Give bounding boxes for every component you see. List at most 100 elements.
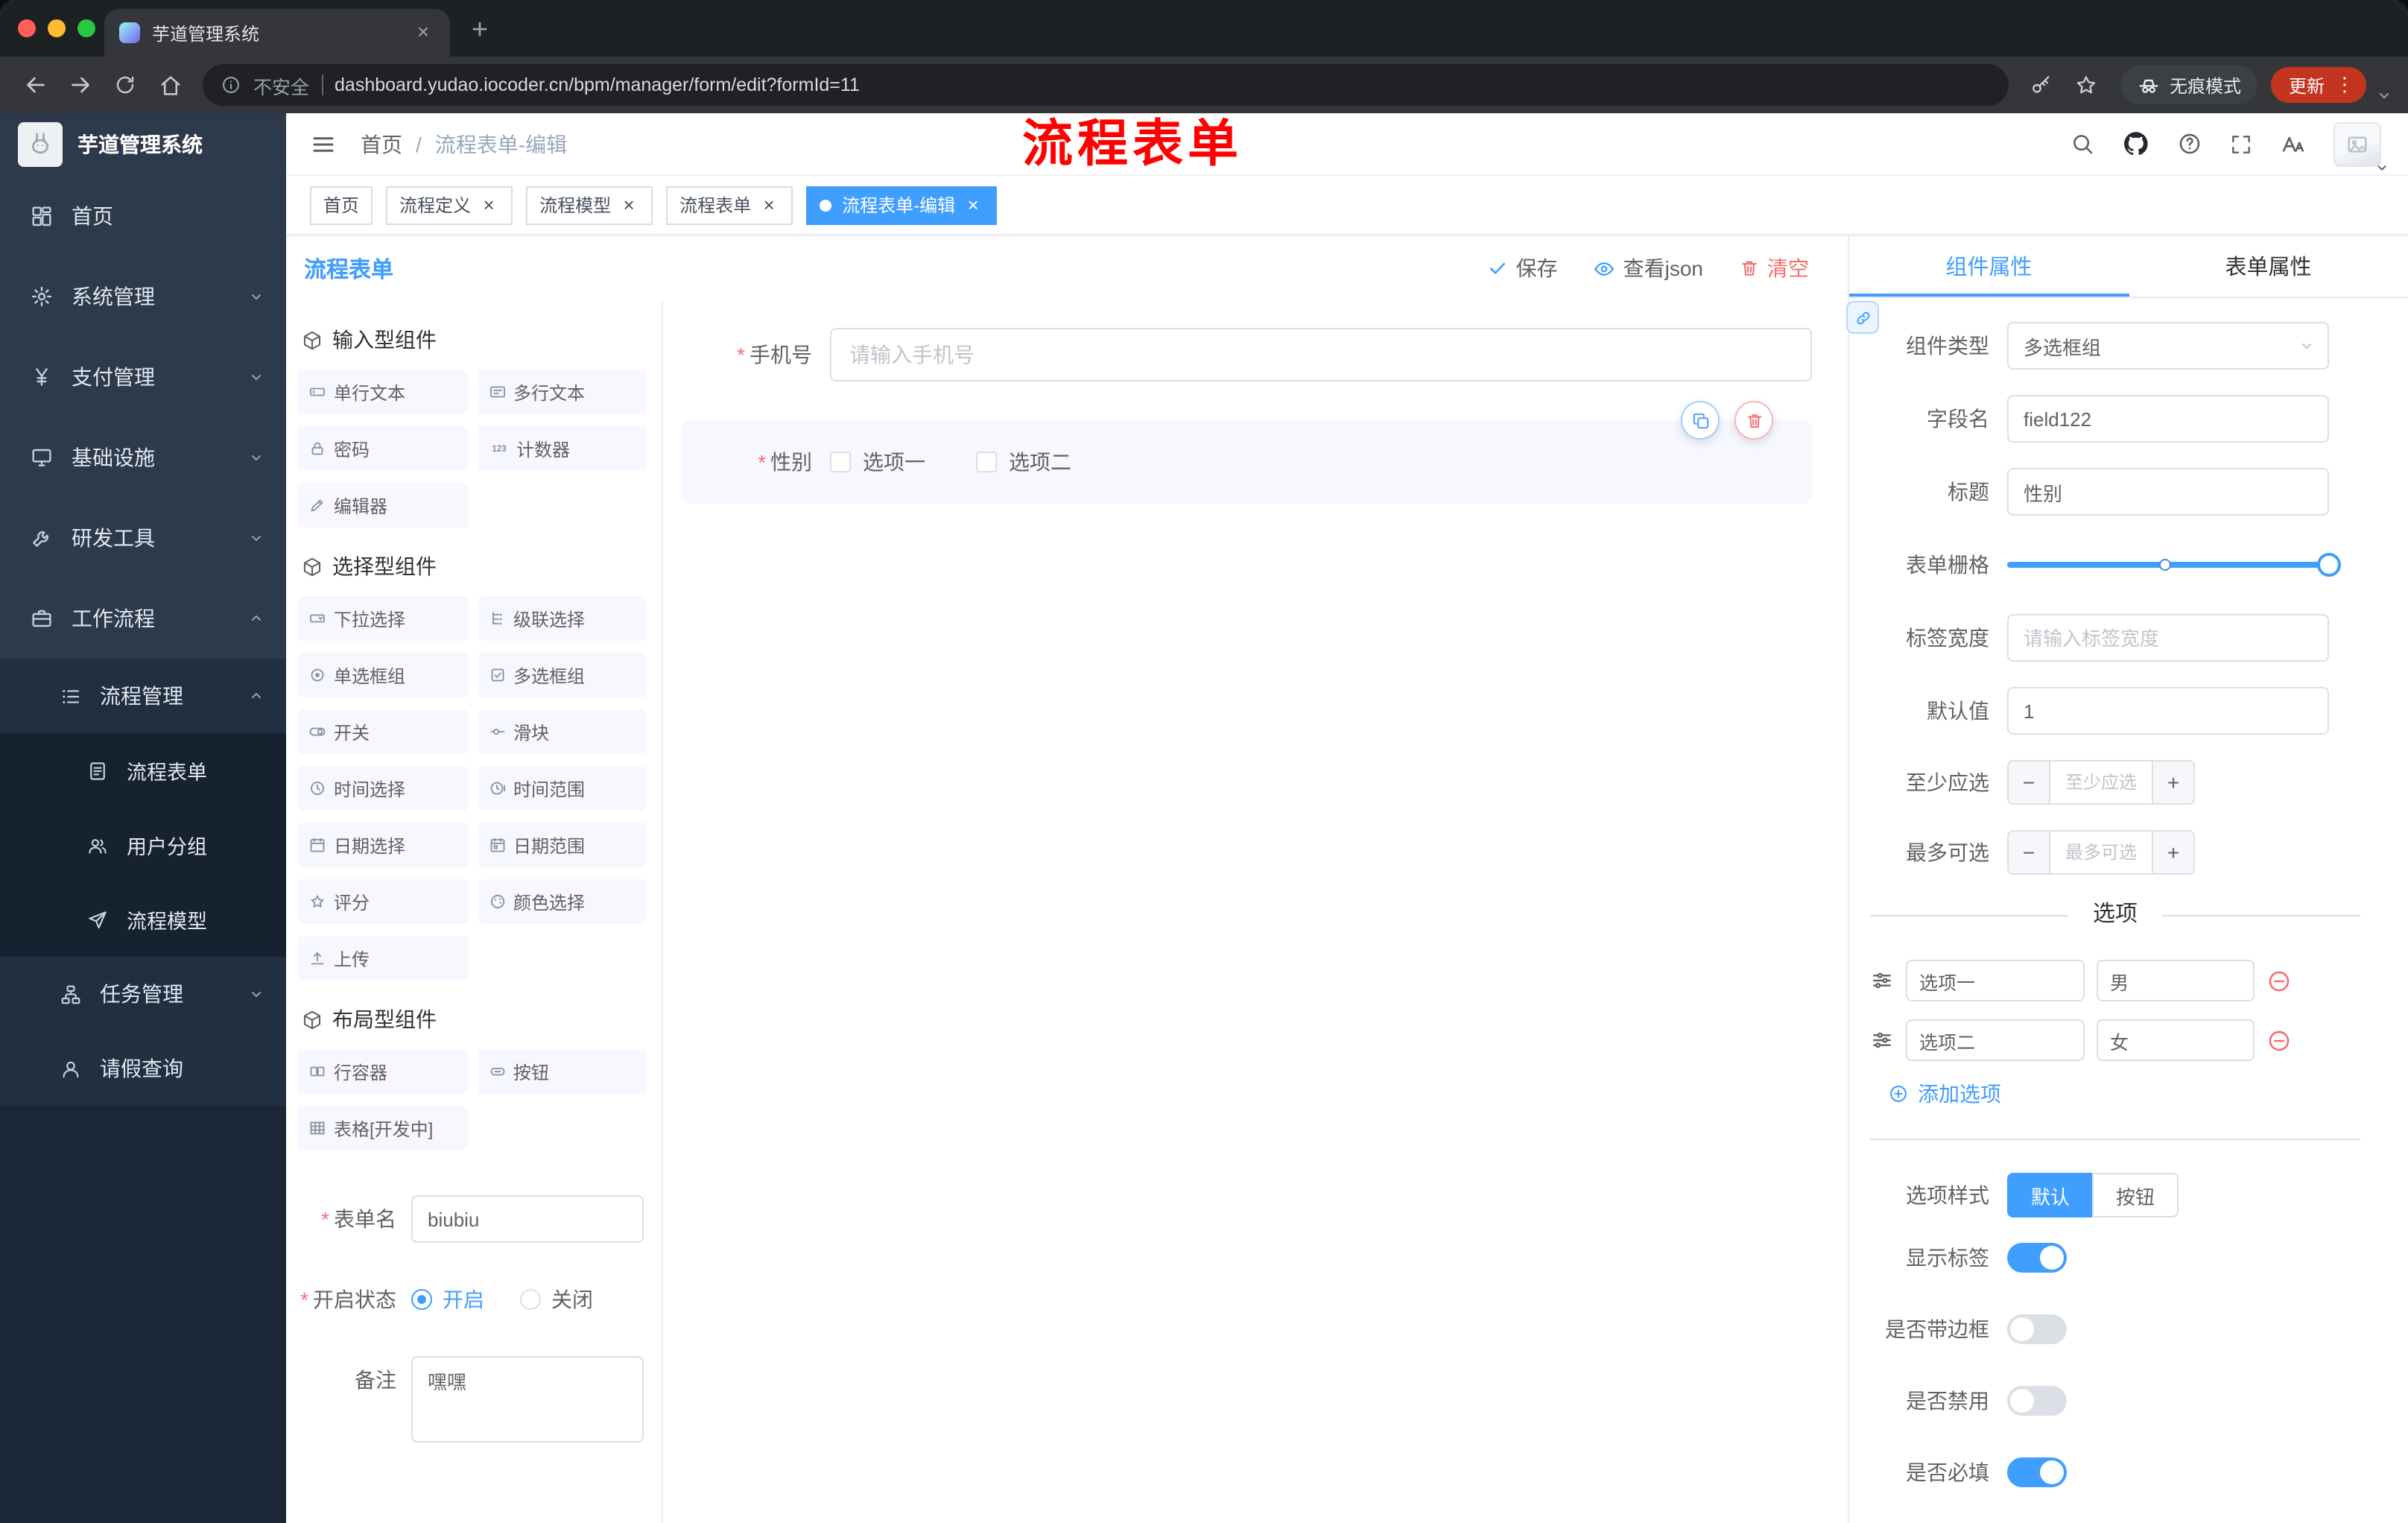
drag-handle-icon[interactable]: [1870, 969, 1894, 992]
hamburger-icon[interactable]: [310, 130, 337, 157]
sidebar-item-workflow[interactable]: 工作流程: [0, 578, 286, 659]
toolbar-overflow-chevron-icon[interactable]: [2375, 86, 2393, 104]
tab-form-props[interactable]: 表单属性: [2129, 235, 2408, 297]
github-icon[interactable]: [2122, 130, 2150, 158]
doc-link-button[interactable]: [1846, 301, 1879, 334]
fullscreen-icon[interactable]: [2229, 132, 2253, 156]
clear-button[interactable]: 清空: [1739, 253, 1809, 283]
palette-item-dropdown[interactable]: 下拉选择: [298, 596, 467, 641]
tag-process-definition[interactable]: 流程定义 ×: [386, 186, 513, 224]
remove-option-button[interactable]: [2266, 968, 2292, 993]
style-default-button[interactable]: 默认: [2007, 1173, 2094, 1218]
font-size-icon[interactable]: [2280, 130, 2307, 157]
home-button[interactable]: [149, 64, 191, 106]
default-value-input[interactable]: [2007, 687, 2329, 735]
password-key-button[interactable]: [2021, 64, 2062, 106]
palette-item-checkbox-group[interactable]: 多选框组: [478, 653, 647, 697]
breadcrumb-home[interactable]: 首页: [361, 129, 402, 159]
address-bar[interactable]: 不安全 dashboard.yudao.iocoder.cn/bpm/manag…: [203, 64, 2009, 106]
form-name-input[interactable]: [411, 1195, 644, 1243]
increase-button[interactable]: +: [2152, 762, 2193, 803]
option-value-input[interactable]: [2097, 960, 2255, 1001]
new-tab-button[interactable]: +: [459, 10, 501, 52]
border-switch[interactable]: [2007, 1314, 2067, 1344]
palette-item-cascader[interactable]: 级联选择: [478, 596, 647, 641]
label-width-input[interactable]: [2007, 614, 2329, 662]
palette-item-time-range[interactable]: 时间范围: [478, 766, 647, 811]
palette-item-date-range[interactable]: 日期范围: [478, 823, 647, 867]
help-icon[interactable]: [2177, 131, 2202, 156]
tag-process-form-edit[interactable]: 流程表单-编辑 ×: [806, 186, 998, 224]
checkbox[interactable]: [830, 452, 851, 472]
required-switch[interactable]: [2007, 1457, 2067, 1487]
sidebar-item-devtools[interactable]: 研发工具: [0, 498, 286, 578]
min-select-input[interactable]: [2050, 762, 2152, 803]
slider-handle[interactable]: [2317, 553, 2341, 577]
disabled-switch[interactable]: [2007, 1386, 2067, 1416]
sidebar-item-home[interactable]: 首页: [0, 176, 286, 256]
palette-item-table[interactable]: 表格[开发中]: [298, 1106, 467, 1150]
tab-component-props[interactable]: 组件属性: [1849, 235, 2129, 297]
style-button-button[interactable]: 按钮: [2092, 1173, 2179, 1218]
tag-close-icon[interactable]: ×: [618, 194, 639, 215]
tag-process-model[interactable]: 流程模型 ×: [526, 186, 653, 224]
sidebar-item-infrastructure[interactable]: 基础设施: [0, 417, 286, 498]
palette-item-multi-line-text[interactable]: 多行文本: [478, 370, 647, 414]
palette-item-upload[interactable]: 上传: [298, 936, 467, 981]
gender-option-1[interactable]: 选项一: [830, 447, 925, 477]
sidebar-item-process-management[interactable]: 流程管理: [0, 659, 286, 733]
checkbox[interactable]: [976, 452, 997, 472]
copy-field-button[interactable]: [1681, 401, 1720, 440]
window-minimize-button[interactable]: [48, 19, 66, 37]
max-select-input[interactable]: [2050, 832, 2152, 873]
tab-close-icon[interactable]: ×: [411, 20, 435, 45]
tag-close-icon[interactable]: ×: [963, 194, 983, 215]
palette-item-row-container[interactable]: 行容器: [298, 1049, 467, 1094]
sidebar-item-payment[interactable]: 支付管理: [0, 337, 286, 417]
back-button[interactable]: [15, 64, 57, 106]
palette-item-color-picker[interactable]: 颜色选择: [478, 879, 647, 924]
drag-handle-icon[interactable]: [1870, 1028, 1894, 1052]
tag-home[interactable]: 首页: [310, 186, 373, 224]
palette-item-radio-group[interactable]: 单选框组: [298, 653, 467, 697]
tag-close-icon[interactable]: ×: [758, 194, 779, 215]
tag-process-form[interactable]: 流程表单 ×: [666, 186, 793, 224]
browser-update-button[interactable]: 更新 ⋮: [2270, 67, 2366, 103]
view-json-button[interactable]: 查看json: [1594, 253, 1703, 283]
field-name-input[interactable]: [2007, 395, 2329, 443]
decrease-button[interactable]: −: [2009, 762, 2050, 803]
grid-slider[interactable]: [2007, 553, 2341, 577]
show-label-switch[interactable]: [2007, 1243, 2067, 1273]
add-option-button[interactable]: 添加选项: [1888, 1079, 2381, 1109]
search-icon[interactable]: [2070, 131, 2095, 156]
palette-item-date-picker[interactable]: 日期选择: [298, 823, 467, 867]
palette-item-single-line-text[interactable]: 单行文本: [298, 370, 467, 414]
sidebar-item-task-management[interactable]: 任务管理: [0, 957, 286, 1031]
remark-textarea[interactable]: 嘿嘿: [411, 1356, 644, 1443]
app-logo-row[interactable]: 芋道管理系统: [0, 113, 286, 176]
gender-option-2[interactable]: 选项二: [976, 447, 1071, 477]
title-input[interactable]: [2007, 468, 2329, 516]
sidebar-item-process-model[interactable]: 流程模型: [0, 882, 286, 957]
status-on-radio[interactable]: 开启: [411, 1285, 484, 1314]
sidebar-item-process-form[interactable]: 流程表单: [0, 733, 286, 808]
reload-button[interactable]: [104, 64, 146, 106]
browser-tab[interactable]: 芋道管理系统 ×: [104, 9, 450, 57]
sidebar-item-system[interactable]: 系统管理: [0, 256, 286, 337]
palette-item-button[interactable]: 按钮: [478, 1049, 647, 1094]
palette-item-counter[interactable]: 计数器: [478, 426, 647, 471]
phone-field-row[interactable]: * 手机号: [681, 328, 1812, 381]
palette-item-rate[interactable]: 评分: [298, 879, 467, 924]
palette-item-slider[interactable]: 滑块: [478, 709, 647, 754]
user-avatar-wrap[interactable]: [2333, 117, 2384, 171]
window-zoom-button[interactable]: [77, 19, 95, 37]
option-label-input[interactable]: [1906, 960, 2085, 1001]
selected-gender-field[interactable]: * 性别 选项一 选项二: [681, 401, 1812, 504]
decrease-button[interactable]: −: [2009, 832, 2050, 873]
palette-item-time-picker[interactable]: 时间选择: [298, 766, 467, 811]
tag-close-icon[interactable]: ×: [478, 194, 499, 215]
component-type-select[interactable]: 多选框组: [2007, 322, 2329, 370]
delete-field-button[interactable]: [1734, 401, 1773, 440]
phone-input[interactable]: [830, 328, 1812, 381]
bookmark-button[interactable]: [2065, 64, 2107, 106]
